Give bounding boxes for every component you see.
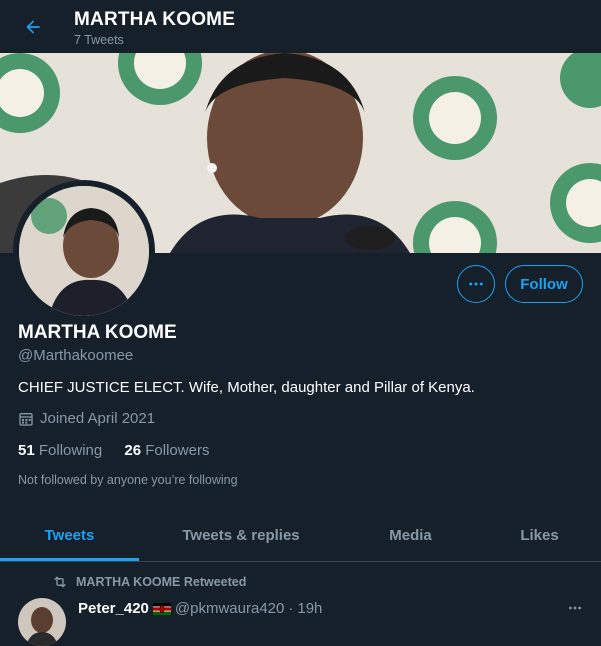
following-link[interactable]: 51 Following xyxy=(18,442,102,459)
more-icon xyxy=(469,282,483,286)
profile-avatar[interactable] xyxy=(13,180,155,322)
tweet-count: 7 Tweets xyxy=(74,33,124,47)
tab-media[interactable]: Media xyxy=(343,510,478,561)
tab-tweets-replies[interactable]: Tweets & replies xyxy=(139,510,343,561)
profile-header: MARTHA KOOME 7 Tweets xyxy=(0,0,601,53)
header-title: MARTHA KOOME xyxy=(74,9,236,30)
profile-handle: @Marthakoomee xyxy=(18,347,134,364)
profile-bio: CHIEF JUSTICE ELECT. Wife, Mother, daugh… xyxy=(18,379,475,396)
tweet-header: Peter_420 @pkmwaura420 · 19h xyxy=(78,600,322,617)
tweet-more-button[interactable] xyxy=(566,599,584,617)
tweet-time[interactable]: 19h xyxy=(297,600,322,617)
retweet-icon xyxy=(54,576,66,588)
back-button[interactable] xyxy=(18,12,48,42)
retweet-context: MARTHA KOOME Retweeted xyxy=(52,574,246,590)
avatar-image xyxy=(19,186,149,316)
profile-tabs: Tweets Tweets & replies Media Likes xyxy=(0,510,601,562)
more-options-button[interactable] xyxy=(457,265,495,303)
followers-count: 26 xyxy=(124,442,142,459)
active-tab-indicator xyxy=(0,558,139,561)
join-date: Joined April 2021 xyxy=(18,410,155,427)
followers-label: Followers xyxy=(145,442,210,459)
profile-stats: 51 Following 26 Followers xyxy=(18,442,227,459)
following-label: Following xyxy=(38,442,103,459)
follow-button[interactable]: Follow xyxy=(505,265,583,303)
tab-tweets[interactable]: Tweets xyxy=(0,510,139,561)
more-icon xyxy=(569,606,581,610)
tab-likes[interactable]: Likes xyxy=(478,510,601,561)
followers-link[interactable]: 26 Followers xyxy=(124,442,209,459)
tweet-separator: · xyxy=(288,600,294,617)
kenya-flag-icon xyxy=(152,602,171,615)
tweet-author-name[interactable]: Peter_420 xyxy=(78,600,149,617)
calendar-icon xyxy=(19,412,33,426)
tweet-author-avatar[interactable] xyxy=(18,598,66,646)
following-count: 51 xyxy=(18,442,35,459)
join-date-text: Joined April 2021 xyxy=(40,410,156,427)
back-arrow-icon xyxy=(26,20,40,34)
profile-name: MARTHA KOOME xyxy=(18,322,177,343)
tweet-author-handle[interactable]: @pkmwaura420 xyxy=(175,600,284,617)
retweet-label: MARTHA KOOME Retweeted xyxy=(76,575,247,589)
not-followed-note: Not followed by anyone you’re following xyxy=(18,473,238,487)
